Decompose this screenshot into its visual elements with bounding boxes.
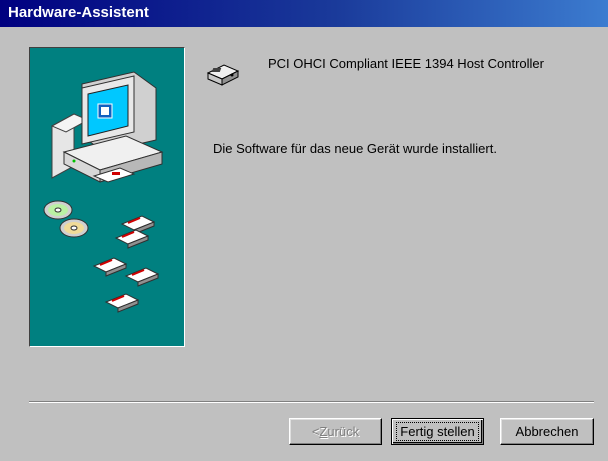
back-button[interactable]: < Zurück	[289, 418, 382, 445]
install-status-message: Die Software für das neue Gerät wurde in…	[213, 141, 497, 156]
cancel-button-label: Abbrechen	[515, 424, 579, 439]
wizard-illustration-panel	[29, 47, 185, 347]
pci-card-icon	[206, 64, 240, 86]
cancel-button[interactable]: Abbrechen	[500, 418, 594, 445]
computer-illustration	[43, 71, 164, 313]
hardware-wizard-window: Hardware-Assistent PCI OHCI Compliant IE…	[0, 0, 608, 461]
title-bar[interactable]: Hardware-Assistent	[0, 0, 608, 27]
device-name: PCI OHCI Compliant IEEE 1394 Host Contro…	[268, 56, 544, 71]
back-button-hotkey: Z	[319, 424, 328, 439]
separator-line	[29, 401, 594, 403]
back-button-label: urück	[327, 424, 360, 439]
finish-button[interactable]: Fertig stellen	[391, 418, 484, 445]
finish-button-label: Fertig stellen	[396, 422, 479, 441]
back-button-prefix: <	[311, 424, 320, 439]
window-title: Hardware-Assistent	[8, 4, 149, 21]
